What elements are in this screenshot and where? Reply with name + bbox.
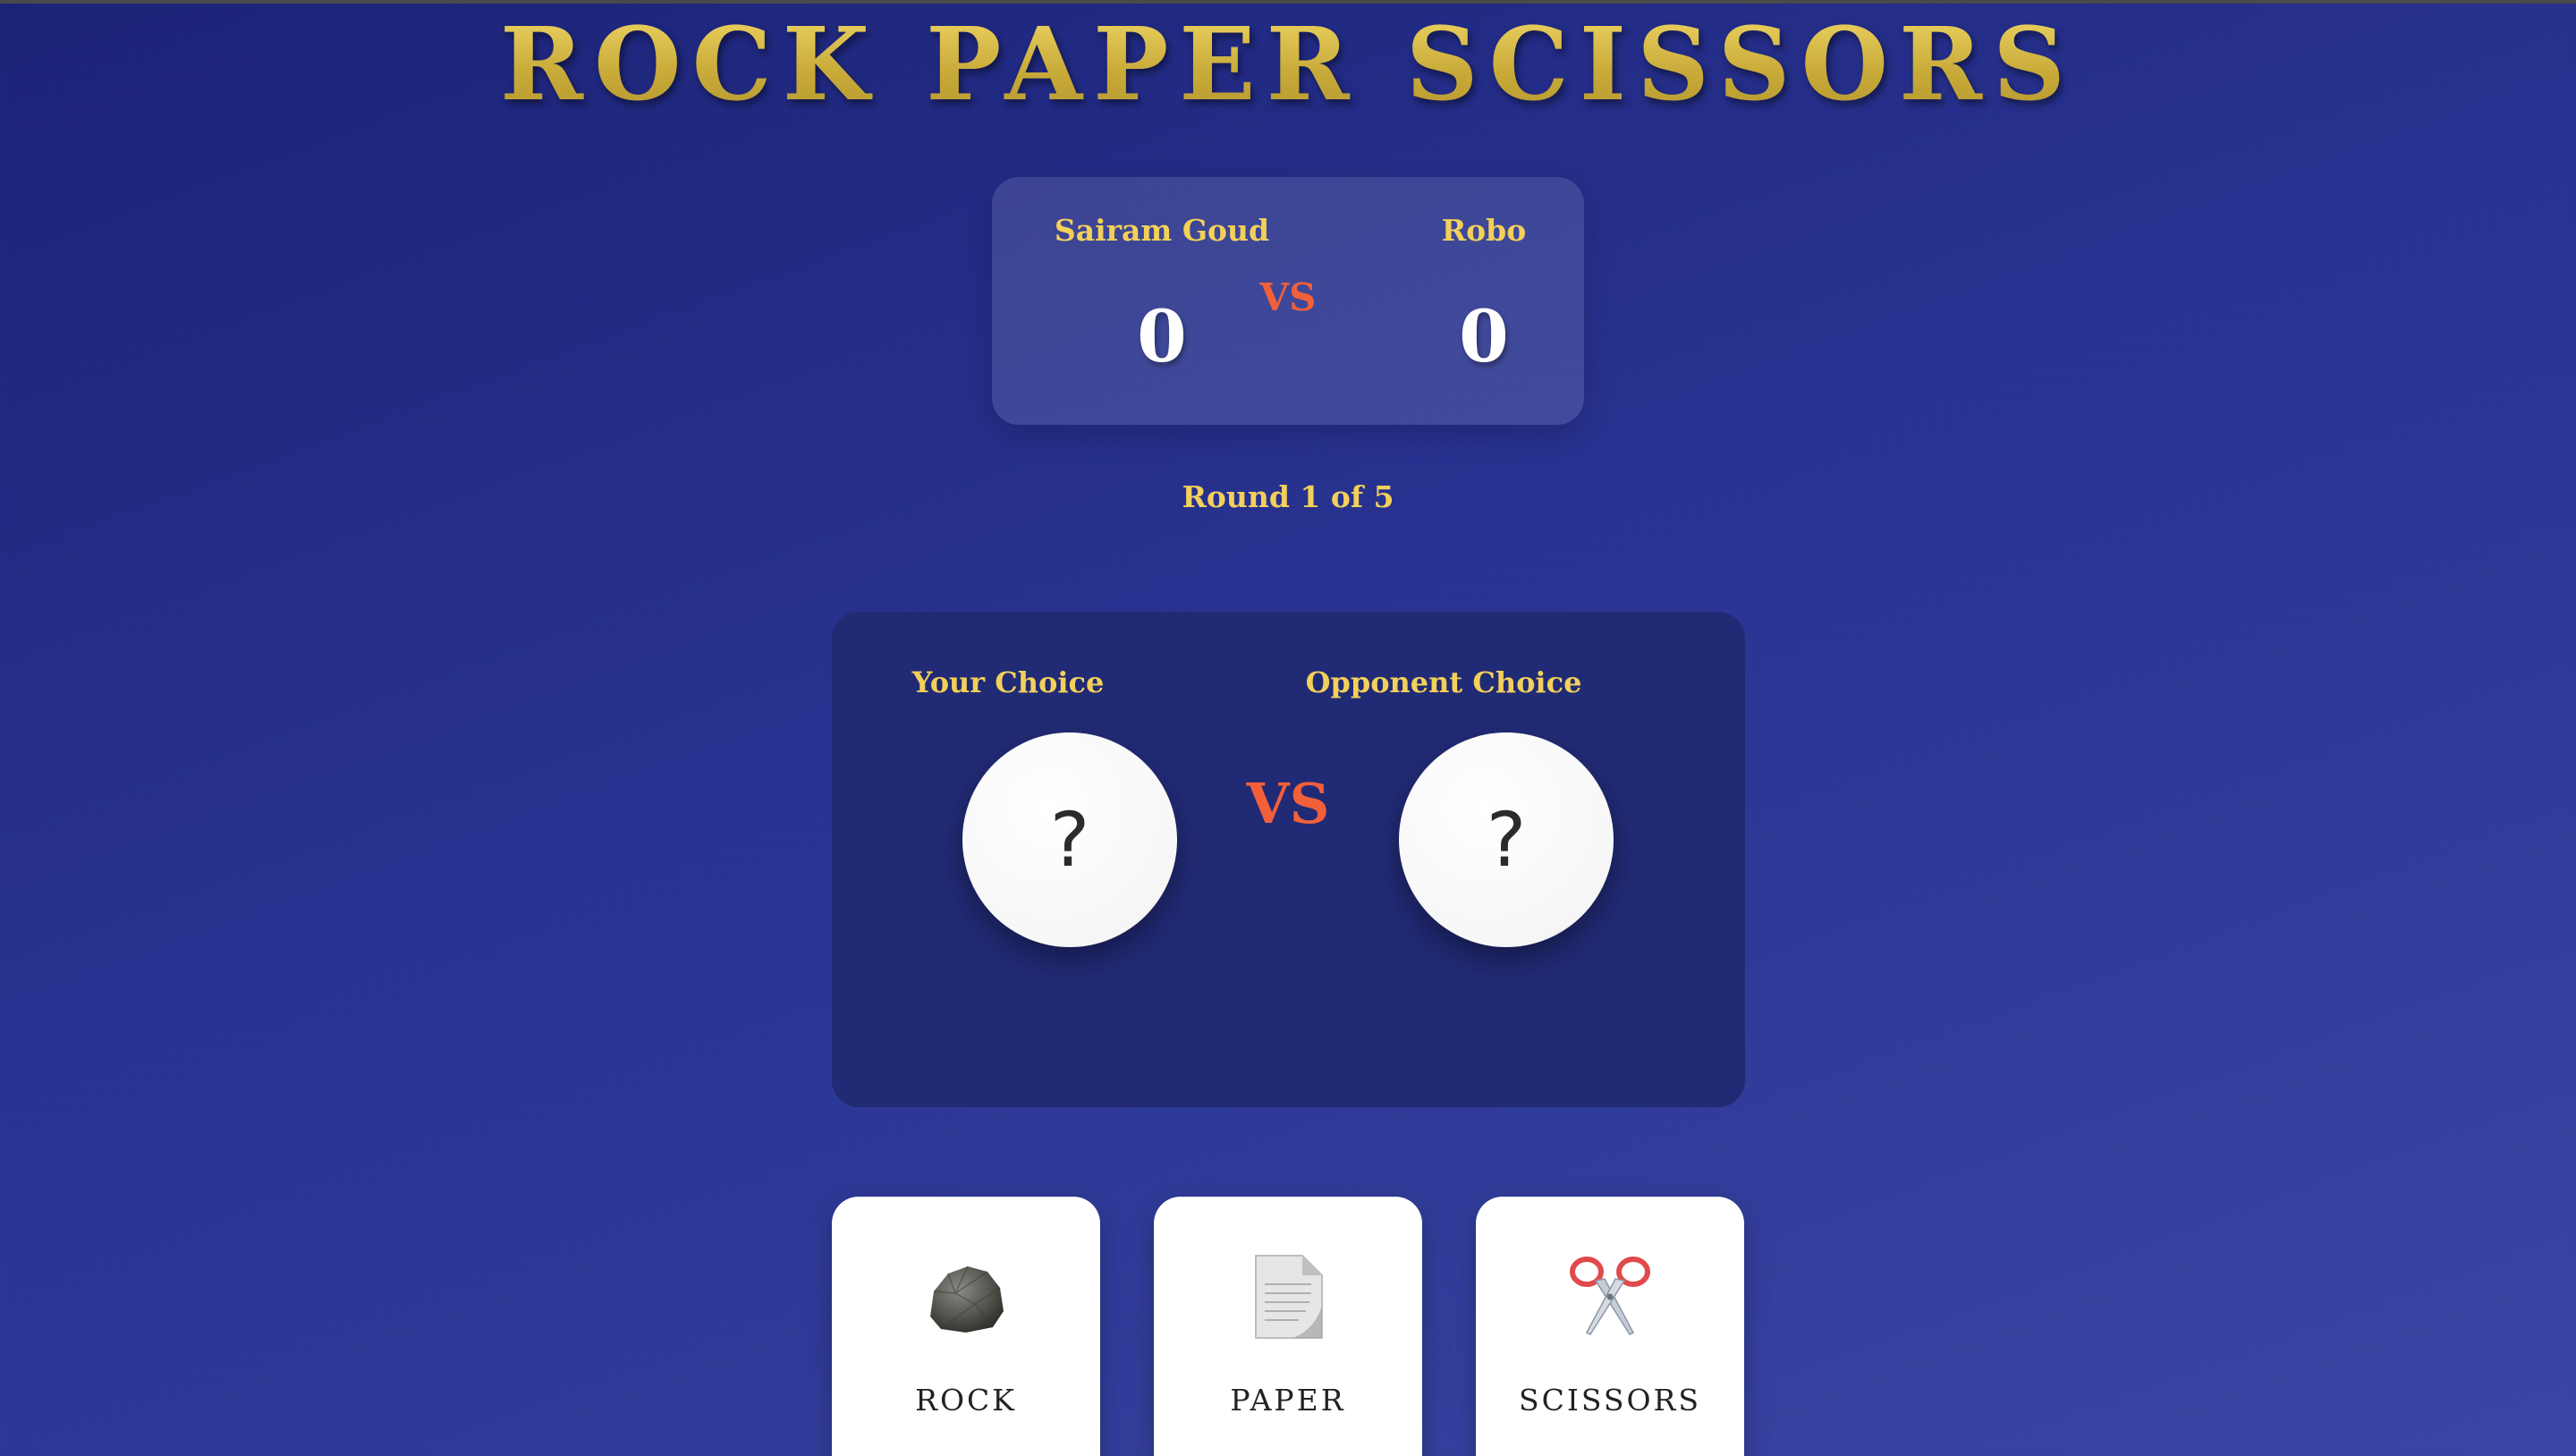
scissors-label: SCISSORS bbox=[1518, 1383, 1702, 1418]
top-border bbox=[0, 0, 2576, 4]
paper-button[interactable]: PAPER bbox=[1154, 1197, 1422, 1456]
player-score: 0 bbox=[1137, 294, 1187, 378]
round-indicator: Round 1 of 5 bbox=[1182, 479, 1394, 514]
opponent-choice-display: ? bbox=[1399, 732, 1614, 947]
your-choice-label: Your Choice bbox=[911, 665, 1105, 699]
opponent-name: Robo bbox=[1441, 213, 1527, 248]
opponent-score: 0 bbox=[1459, 294, 1509, 378]
rock-icon bbox=[930, 1266, 1004, 1333]
player-name: Sairam Goud bbox=[1054, 213, 1270, 248]
game-title: ROCK PAPER SCISSORS bbox=[0, 7, 2576, 123]
paper-icon bbox=[1255, 1255, 1323, 1339]
choice-arena: Your Choice Opponent Choice ? VS ? bbox=[832, 612, 1745, 1107]
rock-button[interactable]: ROCK bbox=[832, 1197, 1100, 1456]
rock-label: ROCK bbox=[915, 1383, 1017, 1418]
arena-vs: VS bbox=[1246, 771, 1330, 836]
scissors-button[interactable]: SCISSORS bbox=[1476, 1197, 1744, 1456]
scoreboard: Sairam Goud Robo VS 0 0 bbox=[992, 177, 1584, 425]
opponent-choice-label: Opponent Choice bbox=[1305, 665, 1582, 699]
paper-label: PAPER bbox=[1230, 1383, 1346, 1418]
scissors-icon bbox=[1570, 1257, 1650, 1335]
your-choice-display: ? bbox=[962, 732, 1177, 947]
